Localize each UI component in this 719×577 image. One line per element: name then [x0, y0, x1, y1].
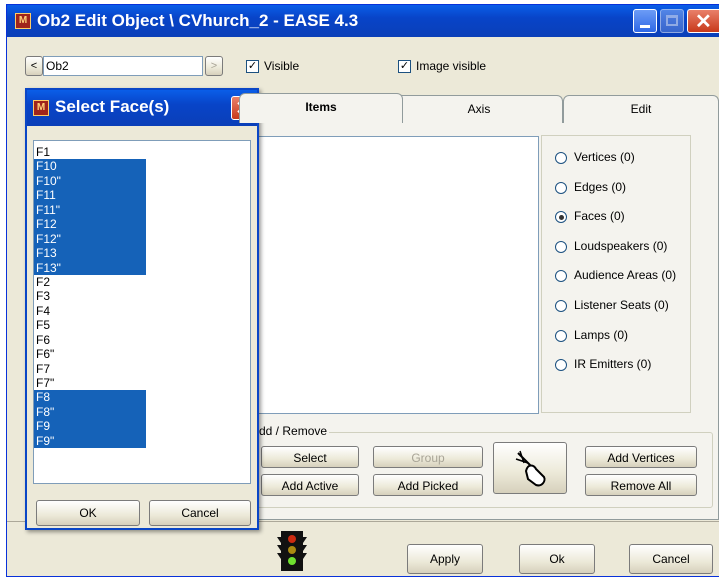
ir-emitters-radio[interactable]: [555, 359, 567, 371]
tab-items[interactable]: Items: [239, 93, 403, 123]
object-name-field[interactable]: Ob2: [43, 56, 203, 76]
minimize-icon: [640, 25, 650, 28]
dialog-ok-button[interactable]: OK: [36, 500, 140, 526]
image-visible-label: Image visible: [416, 59, 487, 73]
select-faces-dialog: M Select Face(s) ✕ F1F10F10"F11F11"F12F1…: [25, 88, 259, 530]
vertices-radio[interactable]: [555, 152, 567, 164]
ir-emitters-label: IR Emitters (0): [574, 357, 652, 371]
dialog-title-bar[interactable]: M Select Face(s) ✕: [27, 90, 257, 126]
audience-areas-radio[interactable]: [555, 270, 567, 282]
close-button[interactable]: ✕: [687, 9, 719, 33]
face-list-item[interactable]: F10": [34, 173, 146, 189]
remove-all-button[interactable]: Remove All: [585, 474, 697, 496]
tab-edit[interactable]: Edit: [563, 95, 719, 123]
window-title: Ob2 Edit Object \ CVhurch_2 - EASE 4.3: [37, 11, 359, 30]
prev-object-button[interactable]: <: [25, 56, 43, 76]
faces-listbox[interactable]: F1 F10 F10" F11 F11" F12 F12" F13 F13" F2 F3 F4 F5 F6…: [33, 140, 251, 484]
title-bar[interactable]: M Ob2 Edit Object \ CVhurch_2 - EASE 4.3…: [7, 5, 719, 37]
add-active-button[interactable]: Add Active: [261, 474, 359, 496]
item-list[interactable]: [247, 136, 539, 414]
face-list-item[interactable]: F1: [34, 145, 146, 159]
face-list-item[interactable]: F8": [34, 404, 146, 420]
faces-radio[interactable]: [555, 211, 567, 223]
lamps-label: Lamps (0): [574, 328, 629, 342]
face-list-item[interactable]: F9": [34, 433, 146, 449]
face-list-item[interactable]: F6: [34, 333, 146, 347]
close-icon: ✕: [695, 11, 712, 33]
minimize-button[interactable]: [633, 9, 657, 33]
maximize-button[interactable]: [660, 9, 684, 33]
face-list-item[interactable]: F3: [34, 289, 146, 303]
visible-checkbox[interactable]: ✓: [246, 60, 259, 73]
apply-button[interactable]: Apply: [407, 544, 483, 574]
maximize-icon: [666, 15, 678, 26]
face-list-item[interactable]: F13": [34, 260, 146, 275]
dialog-app-icon: M: [33, 100, 49, 116]
dialog-title: Select Face(s): [55, 97, 170, 116]
faces-label: Faces (0): [574, 209, 625, 223]
cancel-button[interactable]: Cancel: [629, 544, 713, 574]
lamps-radio[interactable]: [555, 330, 567, 342]
vertices-label: Vertices (0): [574, 150, 635, 164]
pick-tool-button[interactable]: [493, 442, 567, 494]
face-list-item[interactable]: F7: [34, 362, 146, 376]
hand-pointer-icon: [515, 450, 546, 487]
face-list-item[interactable]: F13: [34, 246, 146, 261]
face-list-item[interactable]: F9: [34, 419, 146, 434]
listener-seats-label: Listener Seats (0): [574, 298, 669, 312]
loudspeakers-radio[interactable]: [555, 241, 567, 253]
loudspeakers-label: Loudspeakers (0): [574, 239, 668, 253]
image-visible-checkbox[interactable]: ✓: [398, 60, 411, 73]
face-list-item[interactable]: F4: [34, 304, 146, 318]
face-list-item[interactable]: F5: [34, 318, 146, 332]
face-list-item[interactable]: F12: [34, 217, 146, 232]
group-button[interactable]: Group: [373, 446, 483, 468]
edges-radio[interactable]: [555, 182, 567, 194]
face-list-item[interactable]: F6": [34, 347, 146, 361]
face-list-item[interactable]: F7": [34, 376, 146, 390]
face-list-item[interactable]: F11": [34, 202, 146, 218]
listener-seats-radio[interactable]: [555, 300, 567, 312]
app-icon: M: [15, 13, 31, 29]
face-list-item[interactable]: F8: [34, 390, 146, 405]
edges-label: Edges (0): [574, 180, 627, 194]
face-list-item[interactable]: F12": [34, 231, 146, 247]
select-button[interactable]: Select: [261, 446, 359, 468]
add-vertices-button[interactable]: Add Vertices: [585, 446, 697, 468]
next-object-button[interactable]: >: [205, 56, 223, 76]
add-picked-button[interactable]: Add Picked: [373, 474, 483, 496]
item-type-group: Vertices (0) Edges (0) Faces (0) Loudspe…: [541, 135, 691, 413]
face-list-item[interactable]: F2: [34, 275, 146, 289]
face-list-item[interactable]: F10: [34, 159, 146, 174]
traffic-light-icon: [277, 531, 307, 571]
face-list-item[interactable]: F11: [34, 188, 146, 203]
faces-list: F1 F10 F10" F11 F11" F12 F12" F13 F13" F2 F3 F4 F5 F6…: [34, 145, 250, 449]
add-remove-label: Add / Remove: [249, 424, 330, 438]
audience-areas-label: Audience Areas (0): [574, 268, 677, 282]
ok-button[interactable]: Ok: [519, 544, 595, 574]
visible-label: Visible: [264, 59, 300, 73]
dialog-cancel-button[interactable]: Cancel: [149, 500, 251, 526]
tab-axis[interactable]: Axis: [395, 95, 563, 123]
